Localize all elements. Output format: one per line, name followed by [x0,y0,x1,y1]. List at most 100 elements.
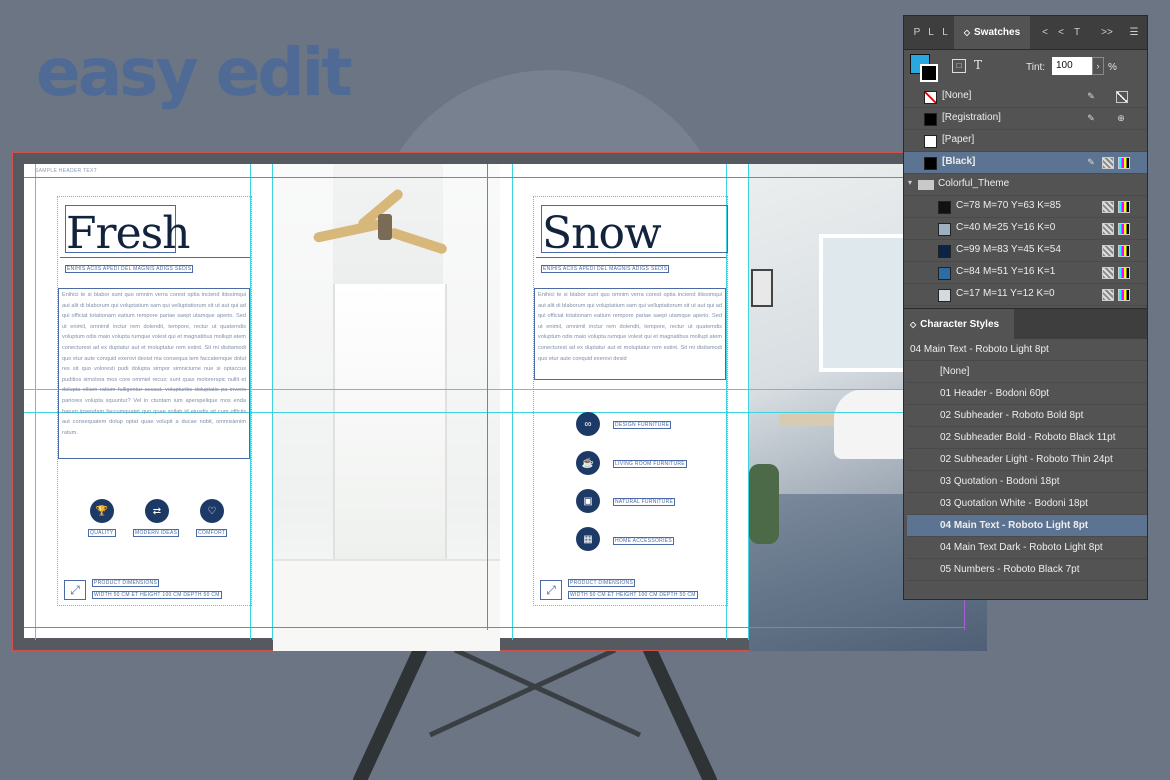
subheading[interactable]: ENIHIS ACIIS APEDI DEL MAGNIS ADIGS SEDI… [65,265,194,273]
footer-title[interactable]: PRODUCT DIMENSIONS [92,579,160,587]
style-row[interactable]: 02 Subheader Light - Roboto Thin 24pt [907,449,1147,471]
swatch-group-name: Colorful_Theme [938,178,1010,189]
no-edit-icon: ✎ [1087,157,1095,167]
style-name: [None] [940,366,970,377]
cmyk-icon [1118,267,1130,279]
tint-input[interactable]: 100 [1052,57,1092,75]
tab-layers[interactable]: L [926,16,936,49]
tint-stepper[interactable]: › [1092,57,1104,75]
footer-text[interactable]: WIDTH 50 CM ET HEIGHT 100 CM DEPTH 50 CM [92,591,222,599]
trophy-icon: 🏆 [90,499,114,523]
style-row[interactable]: 01 Header - Bodoni 60pt [907,383,1147,405]
footer-title[interactable]: PRODUCT DIMENSIONS [568,579,636,587]
tab-text-wrap[interactable]: T [1072,16,1082,49]
process-color-icon [1102,267,1114,279]
panel-menu-icon[interactable]: ☰ [1126,16,1142,49]
disclosure-triangle-icon[interactable]: ▾ [908,178,912,187]
guide-vertical[interactable] [272,164,273,640]
black-swatch-chip [924,157,937,170]
swatch-row[interactable]: [Paper] [904,130,1147,152]
style-name: 01 Header - Bodoni 60pt [940,388,1049,399]
feature-label[interactable]: DESIGN FURNITURE [613,421,672,429]
cmyk-icon [1118,157,1130,169]
swatch-name: C=78 M=70 Y=63 K=85 [956,200,1061,211]
process-color-icon [1102,157,1114,169]
process-color-icon [1102,289,1114,301]
style-name: 02 Subheader - Roboto Bold 8pt [940,410,1084,421]
style-row[interactable]: 03 Quotation White - Bodoni 18pt [907,493,1147,515]
feature-label[interactable]: NATURAL FURNITURE [613,498,676,506]
tab-expand-icon: ◇ [910,319,917,329]
swatch-row-selected[interactable]: [Black] ✎ [904,152,1147,174]
style-name: 03 Quotation White - Bodoni 18pt [940,498,1088,509]
tab-swatches[interactable]: ◇ Swatches [954,16,1030,49]
swatch-row[interactable]: C=84 M=51 Y=16 K=1 [904,262,1147,284]
style-row[interactable]: 05 Numbers - Roboto Black 7pt [907,559,1147,581]
character-styles-tab-bar: ◇ Character Styles [904,308,1147,339]
style-row[interactable]: [None] [907,361,1147,383]
current-style-row: 04 Main Text - Roboto Light 8pt [904,339,1147,361]
panel-tab-bar: P L L ◇ Swatches < < T >> ☰ [904,16,1147,50]
swatch-chip [938,245,951,258]
feature-label[interactable]: MODERN IDEAS [133,529,180,537]
bed [273,559,500,651]
feature-label[interactable]: QUALITY [88,529,116,537]
stroke-swatch[interactable] [920,64,938,82]
style-row[interactable]: 02 Subheader - Roboto Bold 8pt [907,405,1147,427]
tab-character-styles[interactable]: ◇ Character Styles [904,309,1014,339]
body-text[interactable]: Enihici te si blabor sunt quo omnim verr… [58,288,250,459]
margin-guide [487,164,488,630]
tab-pages[interactable]: P [912,16,922,49]
swatch-row[interactable]: C=78 M=70 Y=63 K=85 [904,196,1147,218]
cmyk-icon [1118,223,1130,235]
swatches-panel: P L L ◇ Swatches < < T >> ☰ □ T Tint: 100… [903,15,1148,600]
swatch-row[interactable]: C=40 M=25 Y=16 K=0 [904,218,1147,240]
fan-blade [387,226,449,256]
swatch-chip [938,223,951,236]
swatch-row[interactable]: C=99 M=83 Y=45 K=54 [904,240,1147,262]
swatch-row[interactable]: [Registration] ✎ ⊕ [904,108,1147,130]
container-icon[interactable]: □ [952,59,966,73]
swatch-row[interactable]: C=17 M=11 Y=12 K=0 [904,284,1147,306]
mug-icon: ☕ [576,451,600,475]
tint-unit: % [1108,62,1117,73]
feature-label[interactable]: COMFORT [196,529,228,537]
rule [60,257,250,258]
registration-icon: ⊕ [1117,113,1125,123]
text-format-icon[interactable]: T [974,58,982,72]
feature-label[interactable]: HOME ACCESSORIES [613,537,675,545]
tab-expand-icon: ◇ [963,28,970,37]
swatch-group-row[interactable]: ▾ Colorful_Theme [904,174,1147,196]
style-row[interactable]: 02 Subheader Bold - Roboto Black 11pt [907,427,1147,449]
guide-vertical[interactable] [748,164,749,640]
swatch-name: [Paper] [942,134,975,145]
page-title-snow: Snow [542,208,662,259]
swatch-name: [Black] [942,156,976,167]
expand-icon: ⤢ [64,580,86,600]
tab-collapsed[interactable]: < [1040,16,1050,49]
tint-label: Tint: [1026,62,1046,73]
none-swatch-chip [924,91,937,104]
tab-collapsed[interactable]: < [1056,16,1066,49]
expand-tabs-button[interactable]: >> [1100,16,1114,49]
registration-swatch-chip [924,113,937,126]
style-row[interactable]: 04 Main Text Dark - Roboto Light 8pt [907,537,1147,559]
bedroom-photo[interactable] [273,164,500,651]
body-text[interactable]: Enihici te si blabor sunt quo omnim verr… [534,288,726,380]
current-style-label: 04 Main Text - Roboto Light 8pt [910,344,1049,355]
guide-vertical[interactable] [35,164,36,640]
swatch-name: C=99 M=83 Y=45 K=54 [956,244,1061,255]
style-row-selected[interactable]: 04 Main Text - Roboto Light 8pt [907,515,1147,537]
feature-label[interactable]: LIVING ROOM FURNITURE [613,460,687,468]
page-header: SAMPLE HEADER TEXT [35,168,97,174]
subheading[interactable]: ENIHIS ACIIS APEDI DEL MAGNIS ADIGS SEDI… [541,265,670,273]
page-title-fresh: Fresh [66,208,191,259]
tab-links[interactable]: L [940,16,950,49]
wall-frame [751,269,773,307]
style-row[interactable]: 03 Quotation - Bodoni 18pt [907,471,1147,493]
process-color-icon [1102,223,1114,235]
rule [536,257,726,258]
footer-text[interactable]: WIDTH 50 CM ET HEIGHT 100 CM DEPTH 50 CM [568,591,698,599]
guide-vertical[interactable] [512,164,513,640]
swatch-row[interactable]: [None] ✎ [904,86,1147,108]
